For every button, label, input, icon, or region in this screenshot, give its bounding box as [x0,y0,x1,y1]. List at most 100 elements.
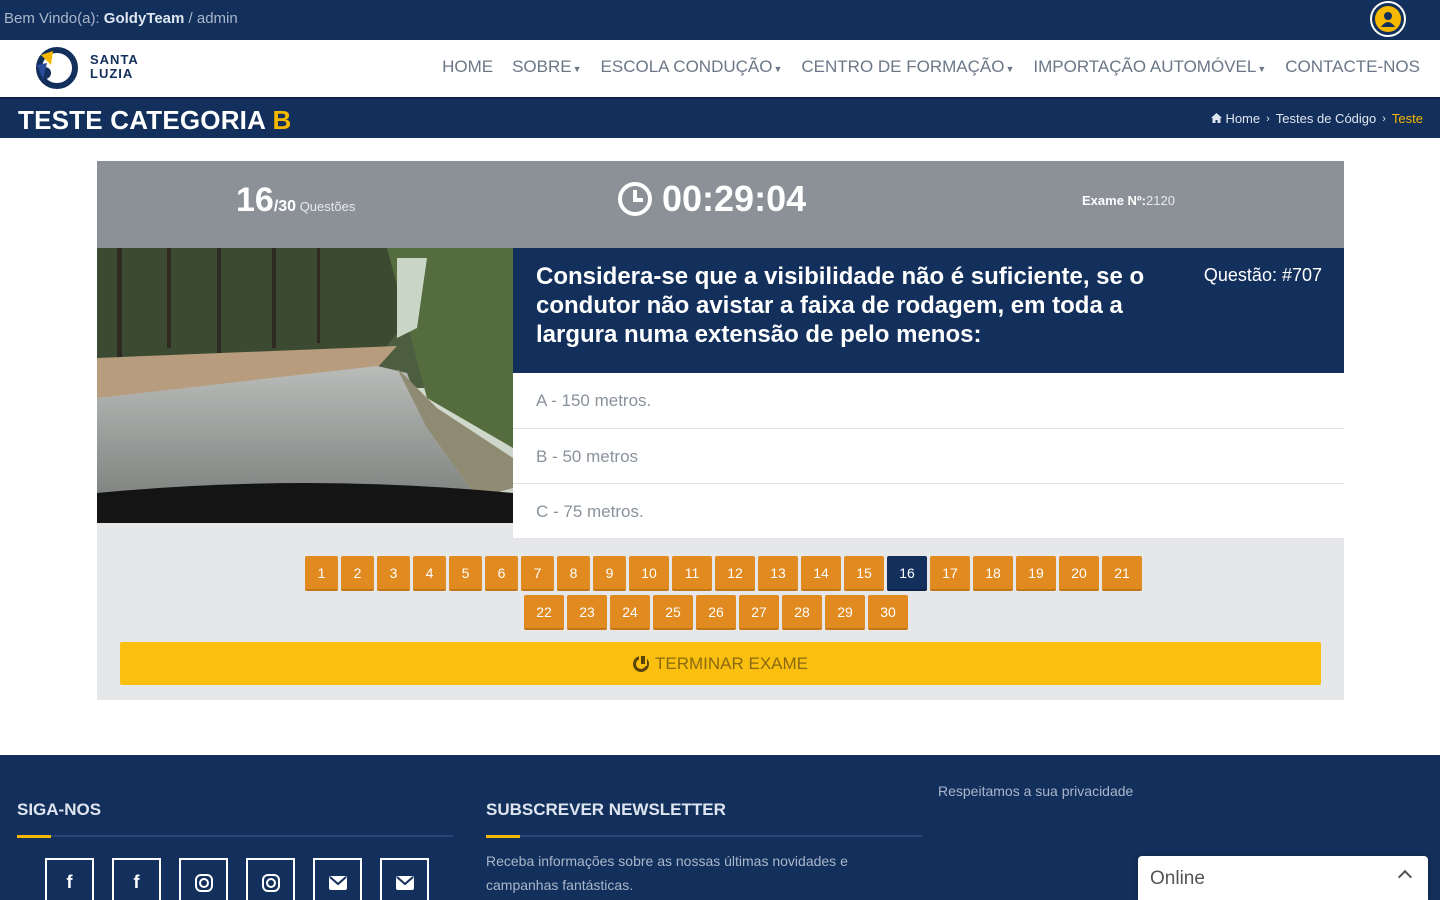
nav-item-home[interactable]: HOME [442,57,493,77]
question-page-button[interactable]: 8 [557,556,590,591]
nav-item-importacao-automovel[interactable]: IMPORTAÇÃO AUTOMÓVEL▼ [1033,57,1266,77]
total-questions: /30 [273,198,297,215]
nav-item-centro-formacao[interactable]: CENTRO DE FORMAÇÃO▼ [801,57,1014,77]
question-page-button[interactable]: 30 [868,595,908,630]
question-page-button[interactable]: 17 [930,556,970,591]
divider-accent [17,835,51,838]
question-page-button[interactable]: 1 [305,556,338,591]
clock-icon [618,182,652,216]
question-page-button[interactable]: 14 [801,556,841,591]
question-page-button[interactable]: 21 [1102,556,1142,591]
pagination-row-1: 1 2 3 4 5 6 7 8 9 10 11 12 13 14 15 16 17 18 19 20 21 [305,556,1145,591]
caret-down-icon: ▼ [1257,64,1267,74]
chevron-up-icon[interactable] [1397,869,1413,885]
question-page-button[interactable]: 25 [653,595,693,630]
timer-value: 00:29:04 [662,178,807,219]
welcome-prefix: Bem Vindo(a): [4,10,104,27]
breadcrumb-current: Teste [1391,111,1423,126]
question-page-button[interactable]: 26 [696,595,736,630]
answer-option-b[interactable]: B - 50 metros [513,429,1344,484]
brand-name: SANTA LUZIA [90,53,139,81]
caret-down-icon: ▼ [773,64,783,74]
answer-list: A - 150 metros. B - 50 metros C - 75 met… [513,373,1344,539]
question-image [97,248,513,523]
facebook-icon[interactable]: f [112,858,161,900]
nav-label: HOME [442,57,494,76]
question-page-button[interactable]: 28 [782,595,822,630]
answer-option-a[interactable]: A - 150 metros. [513,373,1344,429]
question-page-button[interactable]: 7 [521,556,554,591]
breadcrumb-section[interactable]: Testes de Código [1276,111,1376,126]
email-icon[interactable] [380,858,429,900]
caret-down-icon: ▼ [572,64,582,74]
newsletter-description: Receba informações sobre as nossas últim… [486,853,848,893]
user-menu-button[interactable] [1370,1,1406,37]
question-page-button[interactable]: 4 [413,556,446,591]
exam-timer: 00:29:04 [618,178,806,220]
question-page-button[interactable]: 2 [341,556,374,591]
facebook-icon[interactable]: f [45,858,94,900]
power-icon [632,653,649,672]
question-page-button[interactable]: 24 [610,595,650,630]
nav-item-escola-conducao[interactable]: ESCOLA CONDUÇÃO▼ [601,57,783,77]
exam-number: Exame Nº:2120 [1082,193,1175,208]
question-page-button[interactable]: 9 [593,556,626,591]
breadcrumb-home[interactable]: Home [1225,111,1260,126]
question-page-button[interactable]: 23 [567,595,607,630]
finish-exam-label: TERMINAR EXAME [654,653,809,673]
newsletter-title: SUBSCREVER NEWSLETTER [486,800,726,819]
nav-label: CENTRO DE FORMAÇÃO [801,57,1005,76]
question-page-button[interactable]: 20 [1059,556,1099,591]
question-counter: 16/30 Questões [236,181,355,220]
breadcrumb-separator-icon: › [1266,112,1270,125]
question-id: Questão: #707 [1203,265,1322,285]
finish-exam-button[interactable]: TERMINAR EXAME [120,642,1321,685]
main-menu: HOME SOBRE▼ ESCOLA CONDUÇÃO▼ CENTRO DE F… [423,57,1420,77]
question-page-button[interactable]: 15 [844,556,884,591]
breadcrumb-separator-icon: › [1382,112,1386,125]
user-role: / admin [184,10,238,27]
nav-label: CONTACTE-NOS [1285,57,1420,76]
chat-widget[interactable]: Online [1138,856,1428,900]
home-icon [1211,111,1223,126]
nav-item-sobre[interactable]: SOBRE▼ [512,57,581,77]
question-page-button[interactable]: 16 [887,556,927,591]
follow-divider [17,835,453,838]
page-title: TESTE CATEGORIA B [18,105,292,136]
newsletter-divider [486,835,922,838]
brand-line-2: LUZIA [90,66,134,81]
page-title-bar: TESTE CATEGORIA B Home › Testes de Códig… [0,97,1440,138]
question-page-button[interactable]: 10 [629,556,669,591]
question-page-button[interactable]: 27 [739,595,779,630]
exam-panel: 16/30 Questões 00:29:04 Exame Nº:2120 Co… [97,161,1344,700]
question-text: Considera-se que a visibilidade não é su… [536,263,1145,348]
divider-accent [486,835,520,838]
brand-logo[interactable]: SANTA LUZIA [33,45,173,91]
top-bar: Bem Vindo(a): GoldyTeam / admin [0,0,1440,40]
privacy-text: Respeitamos a sua privacidade [938,783,1134,799]
pagination-row-2: 22 23 24 25 26 27 28 29 30 [524,595,911,630]
chat-status: Online [1150,868,1205,889]
question-page-button[interactable]: 22 [524,595,564,630]
question-page-button[interactable]: 19 [1016,556,1056,591]
question-page-button[interactable]: 3 [377,556,410,591]
page-title-accent: B [272,105,292,135]
email-icon[interactable] [313,858,362,900]
nav-label: ESCOLA CONDUÇÃO [600,57,773,76]
instagram-icon[interactable] [246,858,295,900]
username: GoldyTeam [103,10,185,27]
nav-item-contacte-nos[interactable]: CONTACTE-NOS [1285,57,1420,77]
question-page-button[interactable]: 12 [715,556,755,591]
instagram-icon[interactable] [179,858,228,900]
nav-label: SOBRE [512,57,572,76]
user-icon [1375,6,1401,32]
main-navbar: SANTA LUZIA HOME SOBRE▼ ESCOLA CONDUÇÃO▼… [0,40,1440,97]
question-page-button[interactable]: 29 [825,595,865,630]
question-page-button[interactable]: 5 [449,556,482,591]
question-page-button[interactable]: 18 [973,556,1013,591]
question-page-button[interactable]: 13 [758,556,798,591]
caret-down-icon: ▼ [1005,64,1015,74]
question-page-button[interactable]: 11 [672,556,712,591]
question-page-button[interactable]: 6 [485,556,518,591]
answer-option-c[interactable]: C - 75 metros. [513,484,1344,539]
